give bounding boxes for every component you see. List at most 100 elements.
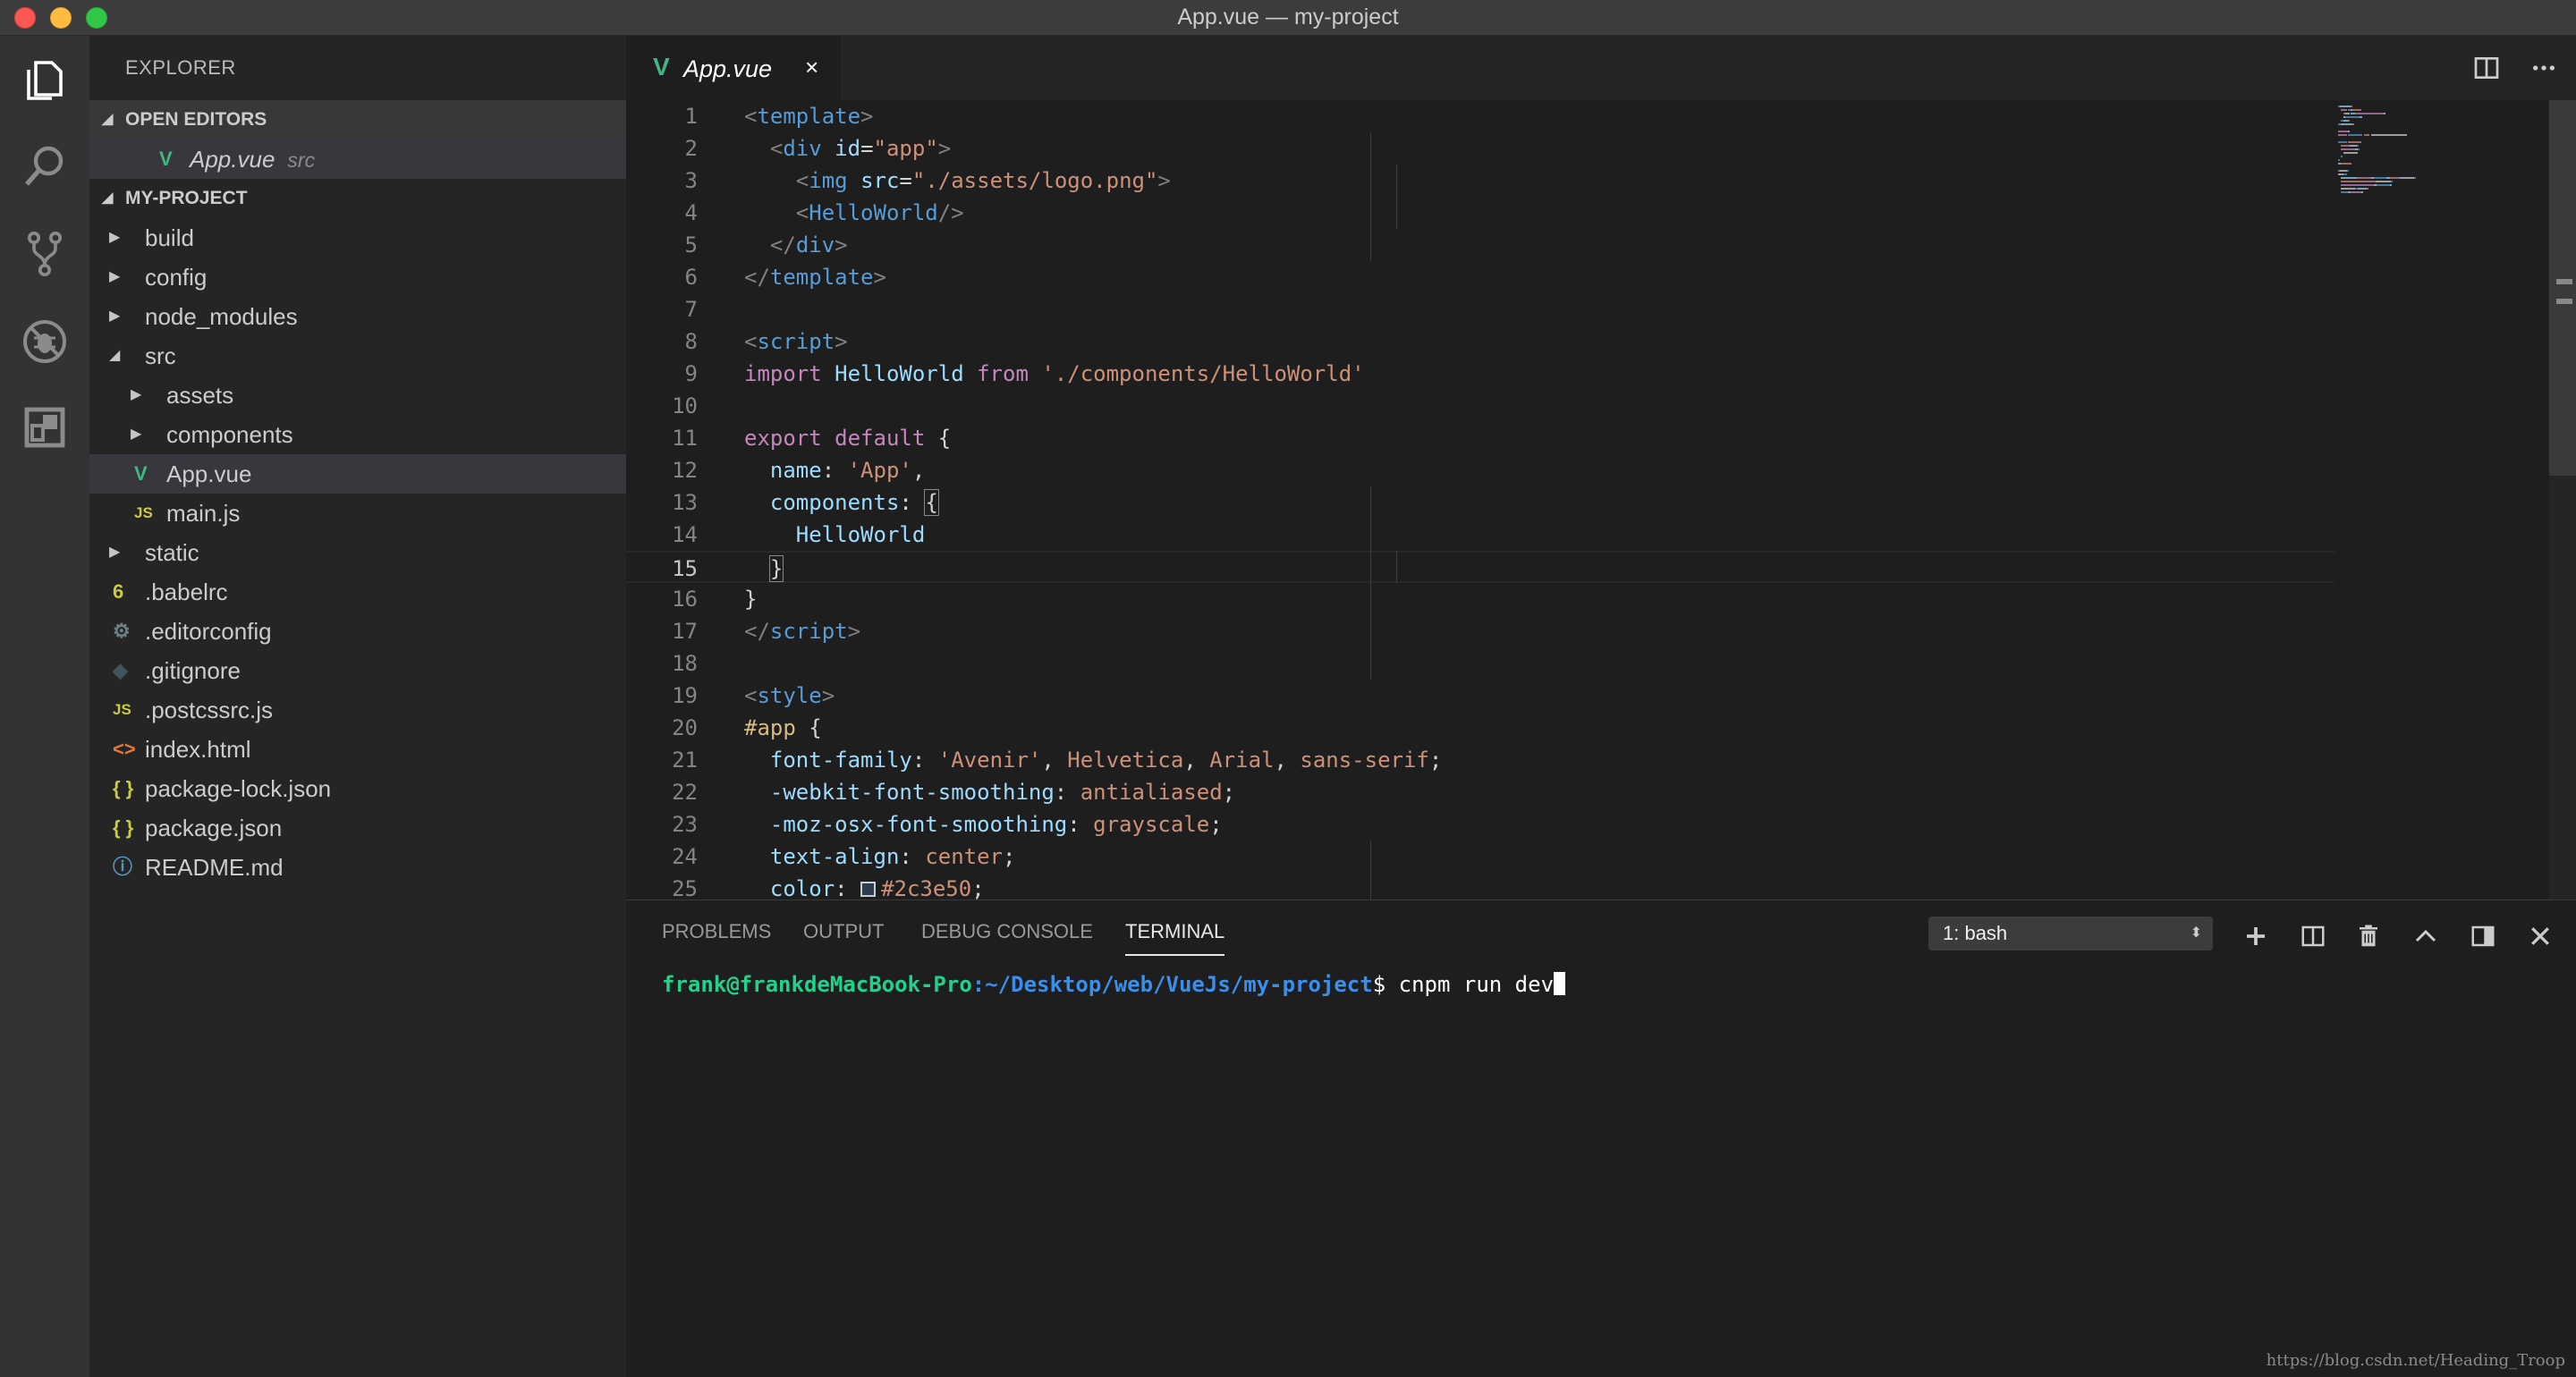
- tree-item[interactable]: ▶ config: [89, 258, 626, 297]
- minimap-line: [2351, 106, 2353, 107]
- project-section[interactable]: ◢ MY-PROJECT: [89, 179, 626, 218]
- tree-item-label: assets: [166, 382, 234, 409]
- info-icon: ⓘ: [113, 856, 133, 878]
- minimap-line: [2370, 134, 2407, 136]
- tree-item[interactable]: JS main.js: [89, 494, 626, 533]
- tree-item[interactable]: ▶ static: [89, 533, 626, 572]
- bottom-panel: PROBLEMS OUTPUT DEBUG CONSOLE TERMINAL 1…: [626, 900, 2576, 1377]
- minimap-line: [2349, 145, 2357, 147]
- code-line: 11 export default {: [626, 422, 2334, 454]
- gear-icon: ⚙: [113, 620, 131, 642]
- split-terminal-icon[interactable]: [2297, 920, 2329, 952]
- tree-item-label: README.md: [145, 854, 284, 881]
- activity-bar: [0, 36, 89, 1377]
- explorer-sidebar: EXPLORER ◢ OPEN EDITORS V App.vue src ◢ M…: [89, 36, 626, 1377]
- tab-output[interactable]: OUTPUT: [803, 920, 884, 956]
- vue-file-icon: V: [159, 148, 173, 170]
- split-editor-icon[interactable]: [2470, 52, 2503, 84]
- close-panel-icon[interactable]: [2524, 920, 2556, 952]
- tree-item[interactable]: JS .postcssrc.js: [89, 690, 626, 730]
- code-line: 24 text-align: center;: [626, 841, 2334, 873]
- tree-item[interactable]: V App.vue: [89, 454, 626, 494]
- tree-item[interactable]: <> index.html: [89, 730, 626, 769]
- minimap[interactable]: [2334, 100, 2513, 900]
- trash-icon[interactable]: [2352, 920, 2385, 952]
- code-text: <style>: [744, 683, 835, 708]
- indent-guide: [1396, 165, 1397, 229]
- minimap-line: [2384, 113, 2386, 114]
- tab-app-vue[interactable]: V App.vue ×: [626, 36, 841, 100]
- code-line: 25 color: #2c3e50;: [626, 873, 2334, 900]
- tree-item-label: package.json: [145, 815, 283, 841]
- tree-item[interactable]: ▶ build: [89, 218, 626, 258]
- line-number: 24: [672, 844, 698, 869]
- source-control-icon[interactable]: [16, 225, 73, 283]
- minimap-line: [2360, 109, 2361, 111]
- tree-item[interactable]: ◆ .gitignore: [89, 651, 626, 690]
- explorer-icon[interactable]: [16, 52, 73, 109]
- tree-item-label: .postcssrc.js: [145, 697, 274, 723]
- babel-file-icon: 6: [113, 580, 124, 603]
- tree-item[interactable]: { } package-lock.json: [89, 769, 626, 808]
- open-editors-section[interactable]: ◢ OPEN EDITORS: [89, 100, 626, 139]
- search-icon[interactable]: [16, 138, 73, 195]
- tree-item[interactable]: 6 .babelrc: [89, 572, 626, 612]
- tree-item[interactable]: ▶ assets: [89, 376, 626, 415]
- code-text: -webkit-font-smoothing: antialiased;: [769, 780, 1236, 805]
- minimap-line: [2341, 188, 2356, 190]
- extensions-icon[interactable]: [16, 399, 73, 456]
- more-actions-icon[interactable]: [2528, 52, 2560, 84]
- chevron-right-icon: ▶: [109, 308, 121, 324]
- file-tree: ▶ build ▶ config ▶ node_modules ◢ src ▶ assets ▶ co…: [89, 218, 626, 887]
- new-terminal-icon[interactable]: [2240, 920, 2272, 952]
- tree-item[interactable]: ⚙ .editorconfig: [89, 612, 626, 651]
- minimap-line: [2341, 184, 2374, 186]
- terminal-select[interactable]: 1: bash ⬍: [1928, 917, 2213, 950]
- minimap-line: [2358, 141, 2361, 143]
- json-file-icon: { }: [113, 777, 134, 799]
- terminal-output[interactable]: frank@frankdeMacBook-Pro:~/Desktop/web/V…: [662, 972, 1566, 997]
- minimap-line: [2352, 109, 2360, 111]
- minimap-line: [2352, 123, 2354, 125]
- open-editor-filename: App.vue: [190, 146, 275, 173]
- code-text: font-family: 'Avenir', Helvetica, Arial,…: [769, 748, 1443, 773]
- code-line: 22 -webkit-font-smoothing: antialiased;: [626, 776, 2334, 808]
- minimap-line: [2348, 120, 2351, 122]
- tree-item[interactable]: ▶ components: [89, 415, 626, 454]
- scrollbar-thumb[interactable]: [2549, 100, 2576, 476]
- minimap-line: [2342, 109, 2347, 111]
- debug-icon[interactable]: [16, 313, 73, 370]
- line-number: 15: [672, 556, 698, 581]
- tree-item[interactable]: ⓘ README.md: [89, 848, 626, 887]
- open-editor-folder: src: [287, 148, 316, 172]
- chevron-right-icon: ▶: [131, 427, 142, 442]
- code-line: 20 #app {: [626, 712, 2334, 744]
- tab-terminal[interactable]: TERMINAL: [1125, 920, 1225, 956]
- tree-item[interactable]: { } package.json: [89, 808, 626, 848]
- tab-label: App.vue: [683, 55, 773, 82]
- terminal-command: cnpm run dev: [1398, 972, 1555, 997]
- maximize-panel-icon[interactable]: [2410, 920, 2442, 952]
- chevron-down-icon: ◢: [102, 190, 114, 206]
- explorer-title: EXPLORER: [125, 56, 236, 79]
- window-title: App.vue — my-project: [1177, 4, 1399, 30]
- open-editor-item[interactable]: V App.vue src: [89, 139, 626, 179]
- line-number: 21: [672, 748, 698, 773]
- minimap-line: [2341, 191, 2349, 193]
- tab-problems[interactable]: PROBLEMS: [662, 920, 771, 956]
- line-number: 16: [672, 587, 698, 612]
- tab-debug-console[interactable]: DEBUG CONSOLE: [921, 920, 1093, 956]
- color-swatch-icon[interactable]: [860, 882, 877, 897]
- terminal-select-value: 1: bash: [1943, 922, 2008, 944]
- code-editor[interactable]: 1 <template> 2 <div id="app"> 3 <img src=".…: [626, 100, 2576, 900]
- code-text: <img src="./assets/logo.png">: [795, 168, 1171, 193]
- tree-item-label: node_modules: [145, 303, 298, 330]
- tree-item[interactable]: ◢ src: [89, 336, 626, 376]
- toggle-panel-position-icon[interactable]: [2467, 920, 2499, 952]
- open-editors-label: OPEN EDITORS: [125, 109, 267, 130]
- close-tab-icon[interactable]: ×: [805, 54, 818, 81]
- minimap-line: [2389, 177, 2397, 179]
- editor-scrollbar[interactable]: [2549, 100, 2576, 900]
- tree-item[interactable]: ▶ node_modules: [89, 297, 626, 336]
- tree-item-label: App.vue: [166, 460, 252, 487]
